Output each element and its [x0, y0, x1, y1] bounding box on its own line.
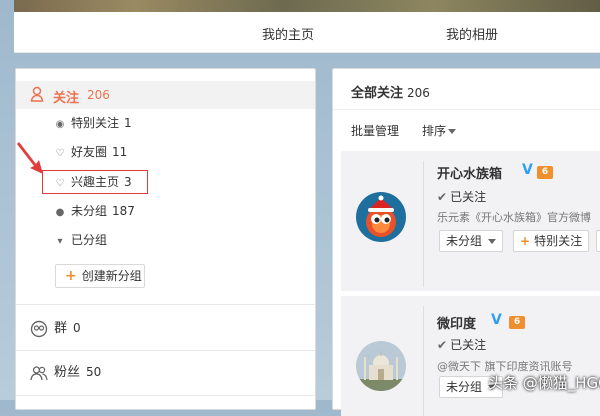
dot-icon: ● — [55, 207, 65, 218]
create-group-button[interactable]: + 创建新分组 — [55, 264, 145, 288]
follow-list-panel: 全部关注 206 批量管理 排序 开心水族箱 V 6 ✔ 已关注 乐元素《开心水族箱… — [332, 68, 600, 416]
level-badge-icon: 6 — [537, 166, 553, 179]
all-follows-title: 全部关注 206 — [351, 86, 430, 101]
highlight-box — [42, 170, 148, 194]
person-icon — [30, 86, 44, 102]
plus-icon: + — [65, 268, 77, 284]
plus-icon: + — [520, 234, 531, 248]
more-button[interactable] — [596, 230, 600, 252]
sidebar-item-friend-circle[interactable]: ♡ 好友圈 11 — [53, 142, 128, 162]
sidebar-item-fans[interactable]: 粉丝 50 — [30, 360, 101, 384]
annotation-arrow-icon — [17, 142, 43, 174]
special-follow-button[interactable]: + 特别关注 — [513, 230, 590, 252]
group-chat-icon — [30, 320, 48, 337]
follow-count: 206 — [87, 88, 110, 102]
level-badge-icon: 6 — [509, 316, 525, 329]
follow-card: 微印度 V 6 ✔ 已关注 @微天下 旗下印度资讯账号 未分组 — [341, 296, 600, 416]
divider — [16, 395, 315, 396]
nav-my-album[interactable]: 我的相册 — [446, 24, 498, 43]
user-name[interactable]: 微印度 — [437, 313, 476, 332]
follow-label: 关注 — [53, 91, 80, 106]
heart-circle-icon: ♡ — [55, 148, 65, 159]
divider — [333, 109, 600, 110]
divider — [16, 304, 315, 305]
sidebar-item-special-follow[interactable]: ◉ 特别关注 1 — [53, 113, 132, 133]
verified-badge-icon: V — [522, 162, 533, 178]
sidebar-item-grouped[interactable]: ▾ 已分组 — [53, 230, 107, 250]
watermark: 头条 @懒猫_HGO — [488, 374, 600, 392]
taj-mahal-avatar-icon — [356, 341, 406, 391]
profile-nav: 我的主页 我的相册 — [14, 12, 600, 53]
followed-status: ✔ 已关注 — [437, 338, 487, 352]
avatar[interactable] — [356, 341, 406, 391]
fans-icon — [30, 365, 48, 380]
user-name[interactable]: 开心水族箱 — [437, 163, 502, 182]
divider — [423, 161, 424, 287]
caret-down-icon — [487, 239, 496, 244]
user-description: 乐元素《开心水族箱》官方微博 — [437, 211, 591, 224]
divider — [16, 350, 315, 351]
sort-dropdown[interactable]: 排序 — [422, 122, 457, 139]
sidebar-item-ungrouped[interactable]: ● 未分组 187 — [53, 201, 135, 221]
caret-down-icon: ▾ — [57, 236, 63, 247]
follow-sidebar: 关注 206 ◉ 特别关注 1 ♡ 好友圈 11 ♡ 兴趣主页 3 ● 未分组 187 ▾ 已分组… — [15, 68, 316, 410]
follow-header[interactable]: 关注 206 — [16, 81, 315, 109]
sidebar-item-groups[interactable]: 群0 — [30, 316, 81, 340]
followed-status: ✔ 已关注 — [437, 190, 487, 204]
verified-badge-icon: V — [491, 312, 502, 328]
check-icon: ✔ — [437, 338, 448, 352]
group-select-button[interactable]: 未分组 — [439, 230, 503, 252]
nav-my-home[interactable]: 我的主页 — [262, 24, 314, 43]
cover-image — [14, 0, 600, 12]
fish-avatar-icon — [356, 192, 406, 242]
batch-manage-button[interactable]: 批量管理 — [351, 122, 399, 139]
caret-down-icon — [448, 129, 457, 134]
check-icon: ✔ — [437, 190, 448, 204]
follow-card: 开心水族箱 V 6 ✔ 已关注 乐元素《开心水族箱》官方微博 未分组 + 特别关注 — [341, 151, 600, 291]
avatar[interactable] — [356, 192, 406, 242]
target-icon: ◉ — [55, 119, 65, 130]
